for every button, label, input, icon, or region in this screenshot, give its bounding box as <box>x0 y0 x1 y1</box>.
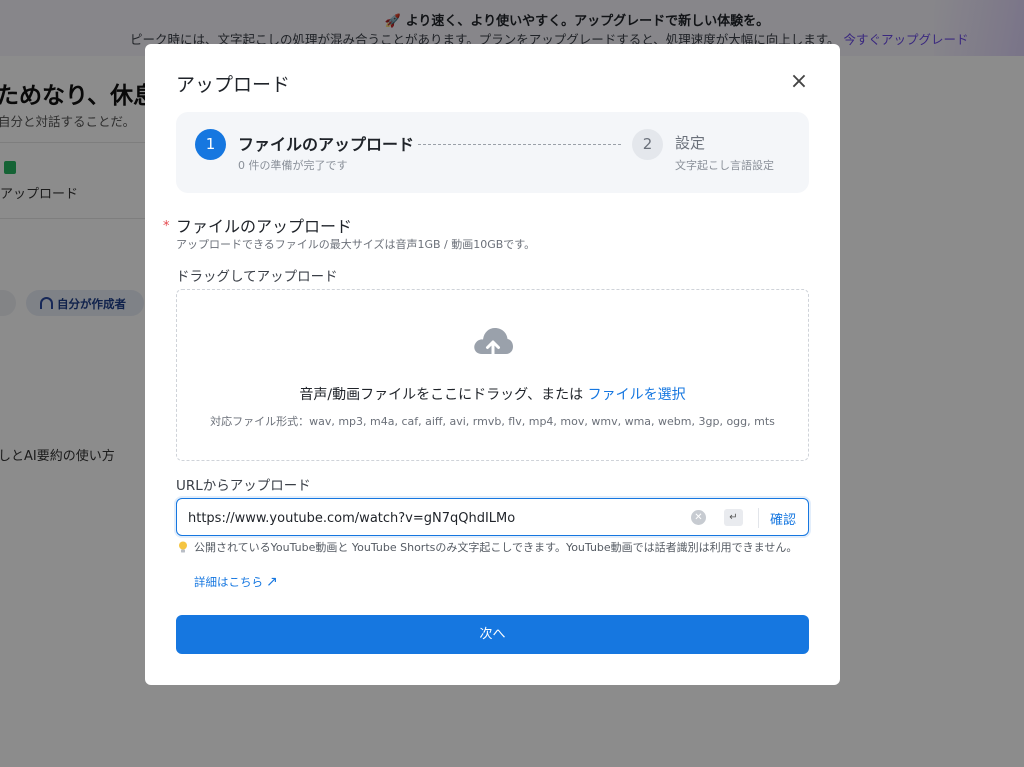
dropzone-text: 音声/動画ファイルをここにドラッグ、または ファイルを選択 <box>299 387 686 403</box>
step-2-number: 2 <box>632 129 663 160</box>
upload-modal: アップロード × 1 ファイルのアップロード 0 件の準備が完了です 2 設定 … <box>145 44 840 685</box>
required-mark: * <box>163 219 170 234</box>
step-2-label: 設定 <box>675 134 706 152</box>
url-divider <box>758 508 759 528</box>
youtube-note: 公開されているYouTube動画と YouTube Shortsのみ文字起こしで… <box>194 541 798 554</box>
file-upload-title: ファイルのアップロード <box>176 217 353 236</box>
step-connector <box>418 144 621 145</box>
step-1-number: 1 <box>195 129 226 160</box>
confirm-button[interactable]: 確認 <box>770 509 796 528</box>
url-upload-title: URLからアップロード <box>176 478 311 494</box>
clear-icon[interactable]: ✕ <box>691 510 706 525</box>
enter-key-icon: ↵ <box>724 509 743 526</box>
url-input[interactable] <box>188 508 678 528</box>
drag-upload-title: ドラッグしてアップロード <box>176 269 338 285</box>
lightbulb-icon <box>179 541 187 553</box>
file-dropzone[interactable]: 音声/動画ファイルをここにドラッグ、または ファイルを選択 対応ファイル形式：w… <box>176 289 809 461</box>
details-link[interactable]: 詳細はこちら ↗ <box>194 574 278 590</box>
next-button[interactable]: 次へ <box>176 615 809 654</box>
close-icon[interactable]: × <box>787 70 811 94</box>
step-2-status: 文字起こし言語設定 <box>675 159 774 172</box>
stepper: 1 ファイルのアップロード 0 件の準備が完了です 2 設定 文字起こし言語設定 <box>176 112 809 193</box>
supported-formats: 対応ファイル形式：wav, mp3, m4a, caf, aiff, avi, … <box>210 415 775 428</box>
file-size-description: アップロードできるファイルの最大サイズは音声1GB / 動画10GBです。 <box>176 238 536 251</box>
external-link-icon: ↗ <box>266 574 278 590</box>
modal-title: アップロード <box>176 74 291 96</box>
step-1-status: 0 件の準備が完了です <box>238 159 348 172</box>
select-file-link[interactable]: ファイルを選択 <box>588 387 686 403</box>
step-1-label: ファイルのアップロード <box>238 135 415 154</box>
cloud-upload-icon <box>474 328 513 360</box>
url-input-box[interactable]: ✕ ↵ 確認 <box>176 498 809 536</box>
